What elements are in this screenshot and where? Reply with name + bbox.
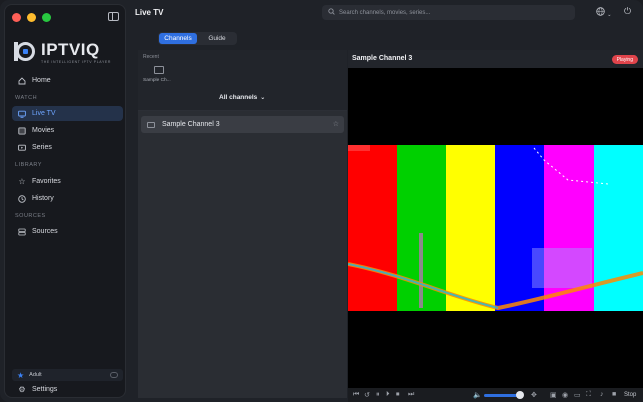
channel-list-panel: Recent Sample Ch... All channels ⌄ Sampl… — [138, 50, 347, 398]
stop-icon[interactable]: ⏹ — [396, 391, 400, 399]
sidebar-item-movies[interactable]: Movies — [12, 123, 123, 138]
sidebar-item-label: Live TV — [32, 110, 56, 117]
sidebar-toggle-icon[interactable] — [108, 12, 119, 21]
clock-icon — [18, 194, 26, 203]
sidebar-item-label: Movies — [32, 127, 55, 134]
stop-button[interactable]: Stop — [624, 392, 636, 398]
home-icon — [18, 76, 26, 85]
search-placeholder: Search channels, movies, series... — [339, 9, 431, 16]
player-header: Sample Channel 3 Playing — [348, 50, 643, 68]
view-tabs: Channels Guide — [158, 32, 237, 45]
back-icon[interactable]: ⏮ — [353, 391, 359, 399]
sidebar-item-home[interactable]: Home — [12, 73, 123, 88]
recent-item[interactable]: Sample Ch... — [143, 78, 171, 83]
audio-track-icon[interactable]: ♪ — [600, 391, 604, 398]
sidebar-item-history[interactable]: History — [12, 191, 123, 206]
sidebar-item-label: Series — [32, 144, 52, 151]
forward-icon[interactable]: ⏭ — [408, 391, 414, 399]
player-controls: ⏮ ↺ ⏸ ⏵ ⏹ ⏭ 🔈 ✥ ▣ ◉ ▭ ⛶ ♪ ■ Stop — [348, 388, 643, 402]
tv-icon[interactable] — [154, 66, 164, 74]
series-icon — [18, 144, 26, 152]
database-icon — [18, 228, 26, 236]
pip-icon[interactable]: ▭ — [574, 391, 581, 399]
stop-square-icon[interactable]: ■ — [612, 391, 616, 398]
search-input[interactable]: Search channels, movies, series... — [322, 5, 575, 20]
app-logo: IPTVIQ THE INTELLIGENT IPTV PLAYER — [14, 41, 111, 64]
sidebar-item-settings[interactable]: ⚙ Settings — [12, 382, 123, 397]
screen-icon[interactable]: ▣ — [550, 391, 557, 399]
zoom-window-button[interactable] — [42, 13, 51, 22]
tv-icon — [147, 121, 155, 128]
close-window-button[interactable] — [12, 13, 21, 22]
recent-label: Recent — [143, 54, 159, 60]
pause-icon[interactable]: ⏸ — [376, 391, 380, 399]
sidebar: IPTVIQ THE INTELLIGENT IPTV PLAYER Home … — [4, 4, 126, 398]
channel-filter-label: All channels — [219, 94, 258, 101]
star-icon: ☆ — [18, 176, 26, 186]
star-icon[interactable]: ☆ — [333, 120, 339, 128]
sidebar-item-label: Home — [32, 77, 51, 84]
sidebar-item-favorites[interactable]: ☆ Favorites — [12, 174, 123, 189]
app-window: IPTVIQ THE INTELLIGENT IPTV PLAYER Home … — [0, 0, 643, 402]
star-icon: ★ — [17, 370, 25, 380]
logo-mark-icon — [14, 41, 38, 63]
logo-wordmark: IPTVIQ — [41, 40, 100, 59]
sidebar-item-label: Favorites — [32, 178, 61, 185]
search-icon — [328, 8, 335, 17]
channel-name: Sample Channel 3 — [162, 121, 220, 128]
fullscreen-icon[interactable]: ⛶ — [586, 391, 591, 399]
channel-list — [138, 111, 347, 398]
sidebar-section-library: LIBRARY — [15, 162, 42, 168]
sidebar-item-label: History — [32, 195, 54, 202]
top-header: Live TV Search channels, movies, series.… — [127, 0, 643, 26]
video-frame — [348, 68, 643, 388]
sidebar-item-series[interactable]: Series — [12, 140, 123, 155]
adult-toggle-row[interactable]: ★ Adult — [12, 369, 123, 381]
channel-row[interactable]: Sample Channel 3 ☆ — [141, 116, 344, 133]
volume-icon[interactable]: 🔈 — [473, 391, 482, 399]
tab-guide[interactable]: Guide — [198, 33, 236, 44]
sidebar-item-label: Sources — [32, 228, 58, 235]
status-badge: Playing — [611, 55, 638, 64]
volume-slider-handle[interactable] — [515, 391, 524, 399]
tv-icon — [18, 110, 26, 118]
sidebar-section-watch: WATCH — [15, 95, 38, 101]
video-player[interactable] — [348, 68, 643, 388]
gear-icon: ⚙ — [18, 384, 26, 394]
window-controls — [12, 13, 51, 22]
chevron-down-icon: ⌄ — [607, 12, 612, 18]
adult-label: Adult — [29, 372, 42, 378]
volume-slider[interactable] — [484, 394, 520, 397]
language-menu-button[interactable]: ⌄ — [596, 7, 611, 18]
power-icon: ⏻ — [624, 6, 632, 16]
power-button[interactable]: ⏻ — [624, 6, 631, 17]
globe-icon — [596, 7, 607, 18]
record-icon[interactable]: ◉ — [562, 391, 568, 399]
rewind-icon[interactable]: ↺ — [364, 391, 370, 399]
tab-channels[interactable]: Channels — [159, 33, 197, 44]
sidebar-item-label: Settings — [32, 386, 58, 393]
player-title: Sample Channel 3 — [352, 55, 413, 62]
film-icon — [18, 127, 26, 135]
adult-toggle[interactable] — [110, 372, 118, 378]
sidebar-section-sources: SOURCES — [15, 213, 46, 219]
channel-filter-dropdown[interactable]: All channels ⌄ — [219, 94, 265, 101]
page-title: Live TV — [135, 8, 164, 17]
move-icon[interactable]: ✥ — [531, 391, 537, 399]
sidebar-item-sources[interactable]: Sources — [12, 224, 123, 239]
logo-tagline: THE INTELLIGENT IPTV PLAYER — [41, 60, 111, 64]
minimize-window-button[interactable] — [27, 13, 36, 22]
chevron-down-icon: ⌄ — [260, 95, 266, 101]
play-icon[interactable]: ⏵ — [386, 391, 390, 399]
sidebar-item-live-tv[interactable]: Live TV — [12, 106, 123, 121]
